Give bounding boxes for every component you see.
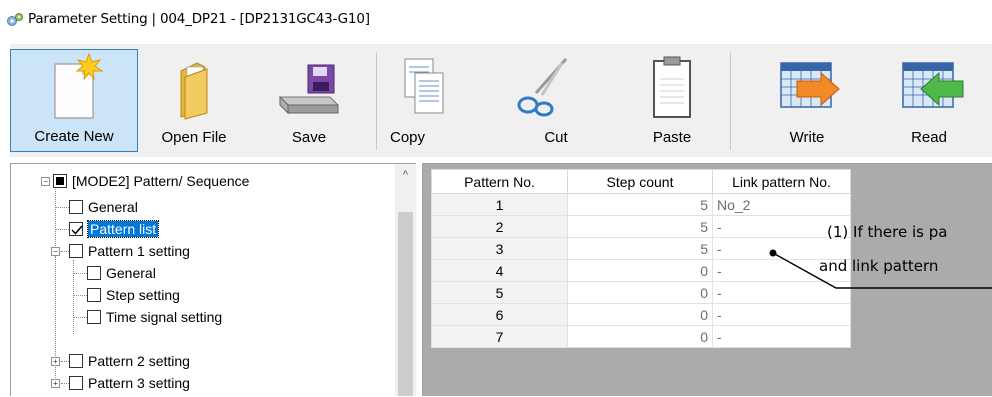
copy-icon — [404, 58, 444, 114]
tree-item-label: Pattern 3 setting — [88, 375, 190, 391]
callout-text-line-2: and link pattern — [819, 257, 939, 275]
collapse-toggle[interactable]: − — [51, 247, 60, 256]
tree-checkbox[interactable] — [87, 310, 101, 324]
tree-item-general[interactable]: General — [69, 196, 138, 218]
tree-scrollbar[interactable]: ^ — [395, 164, 416, 396]
read-arrow-icon — [902, 62, 964, 108]
create-new-label: Create New — [34, 128, 114, 145]
tree-item-label: Pattern 1 setting — [88, 243, 190, 259]
pattern-list-grid-area: Pattern No. Step count Link pattern No. … — [422, 163, 992, 396]
collapse-toggle[interactable]: − — [41, 177, 50, 186]
tree-checkbox[interactable] — [69, 354, 83, 368]
toolbar-separator — [376, 52, 377, 150]
settings-tree[interactable]: − [MODE2] Pattern/ Sequence General Patt… — [10, 163, 416, 396]
callout-text-line-1: (1) If there is pa — [827, 223, 948, 241]
tree-connector — [73, 273, 87, 274]
tree-checkbox[interactable] — [87, 288, 101, 302]
save-label: Save — [291, 129, 327, 146]
open-file-button[interactable]: Open File — [140, 49, 248, 152]
tree-connector — [61, 251, 69, 252]
tree-item-label: General — [88, 199, 138, 215]
tree-connector — [55, 207, 69, 208]
callout-pointer — [769, 249, 992, 289]
expand-toggle[interactable]: + — [51, 379, 60, 388]
write-arrow-icon — [780, 62, 840, 108]
tree-item-label: Pattern 2 setting — [88, 353, 190, 369]
tree-connector — [73, 260, 74, 334]
tree-checkbox[interactable] — [69, 244, 83, 258]
tree-item-time-signal-setting[interactable]: Time signal setting — [87, 306, 222, 328]
tree-checkbox[interactable] — [69, 376, 83, 390]
scroll-up-arrow[interactable]: ^ — [395, 164, 416, 186]
read-label: Read — [911, 129, 947, 146]
paste-button[interactable]: Paste — [622, 49, 722, 152]
tree-connector — [55, 229, 69, 230]
toolbar-separator — [730, 52, 731, 150]
expand-toggle[interactable]: + — [51, 357, 60, 366]
create-new-button[interactable]: Create New — [10, 49, 138, 152]
tree-item-label: Step setting — [106, 287, 180, 303]
tree-item-pattern-list[interactable]: Pattern list — [69, 218, 160, 240]
tree-checkbox[interactable] — [69, 200, 83, 214]
tree-checkbox[interactable] — [69, 222, 83, 236]
tree-item-step-setting[interactable]: Step setting — [87, 284, 180, 306]
settings-app-icon — [7, 13, 23, 26]
read-button[interactable]: Read — [876, 49, 982, 152]
checkmark-icon — [71, 225, 83, 235]
write-button[interactable]: Write — [754, 49, 860, 152]
tree-item-mode2-pattern-sequence[interactable]: [MODE2] Pattern/ Sequence — [53, 170, 249, 192]
title-bar: Parameter Setting | 004_DP21 - [DP2131GC… — [0, 0, 992, 40]
copy-button[interactable]: Copy — [384, 49, 462, 152]
tree-connector — [73, 317, 87, 318]
window-title: Parameter Setting | 004_DP21 - [DP2131GC… — [28, 11, 370, 27]
folder-icon — [180, 62, 208, 120]
tree-item-label: Time signal setting — [106, 309, 223, 325]
paste-label: Paste — [652, 129, 692, 146]
clipboard-icon — [653, 56, 691, 118]
open-file-label: Open File — [161, 129, 227, 146]
tree-item-pattern-1-setting[interactable]: Pattern 1 setting — [69, 240, 190, 262]
tree-item-label: [MODE2] Pattern/ Sequence — [72, 173, 250, 189]
tree-item-pattern-2-setting[interactable]: Pattern 2 setting — [69, 350, 190, 372]
tree-connector — [73, 295, 87, 296]
tree-item-general[interactable]: General — [87, 262, 156, 284]
scrollbar-thumb[interactable] — [398, 212, 413, 396]
tree-connector — [55, 256, 56, 388]
toolbar: Create New Open File Save Copy Cut Paste… — [10, 44, 992, 157]
save-button[interactable]: Save — [250, 49, 368, 152]
tree-checkbox[interactable] — [87, 266, 101, 280]
tree-checkbox[interactable] — [53, 174, 67, 188]
scissors-icon — [517, 58, 568, 117]
new-file-icon — [54, 52, 104, 119]
tree-item-label: Pattern list — [86, 220, 160, 238]
cut-button[interactable]: Cut — [496, 49, 586, 152]
write-label: Write — [789, 129, 825, 146]
drive-save-icon — [278, 64, 340, 115]
tree-connector — [61, 361, 69, 362]
cut-label: Cut — [544, 129, 568, 146]
tree-item-label: General — [106, 265, 156, 281]
copy-label: Copy — [390, 129, 426, 146]
tree-connector — [61, 383, 69, 384]
tree-item-pattern-3-setting[interactable]: Pattern 3 setting — [69, 372, 190, 394]
tree-connector — [55, 186, 56, 256]
